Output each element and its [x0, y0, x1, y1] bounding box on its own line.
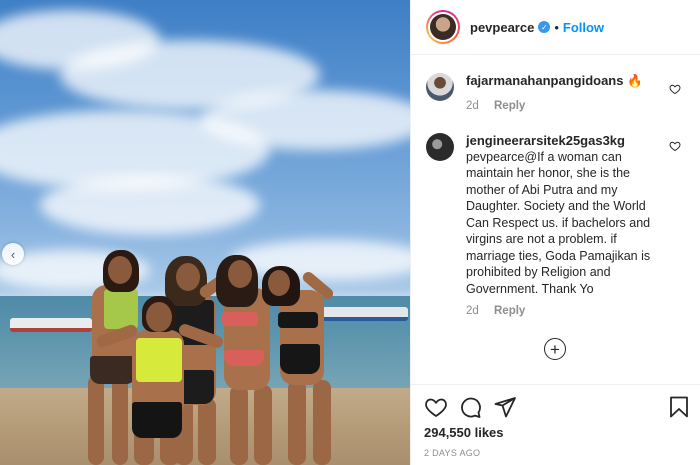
post-actions: 294,550 likes 2 DAYS AGO: [410, 384, 700, 465]
boat: [318, 307, 408, 321]
verified-badge-icon: ✓: [538, 21, 551, 33]
paper-plane-icon[interactable]: [493, 395, 517, 419]
carousel-prev-button[interactable]: ‹: [2, 243, 24, 265]
avatar-photo: [430, 14, 456, 40]
comment-text: 🔥: [626, 74, 643, 88]
reply-button[interactable]: Reply: [494, 100, 525, 112]
author-username[interactable]: pevpearce: [470, 20, 534, 35]
plus-circle-icon: +: [550, 339, 560, 359]
comment-meta: 2d Reply: [466, 100, 656, 112]
commenter-username[interactable]: jengineerarsitek25gas3kg: [466, 133, 656, 148]
reply-button[interactable]: Reply: [494, 305, 525, 317]
boat: [10, 318, 92, 332]
post-date: 2 DAYS AGO: [424, 448, 481, 458]
like-count[interactable]: 294,550 likes: [424, 425, 504, 440]
comment-list[interactable]: fajarmanahanpangidoans 🔥 2d Reply jengin…: [411, 56, 700, 384]
chevron-left-icon: ‹: [10, 246, 16, 262]
commenter-username[interactable]: fajarmanahanpangidoans: [466, 73, 623, 88]
comment-age: 2d: [466, 99, 479, 112]
comment-item: jengineerarsitek25gas3kg pevpearce@If a …: [411, 112, 700, 317]
like-comment-heart-icon[interactable]: [669, 140, 681, 152]
comment-text: pevpearce@If a woman can maintain her ho…: [466, 149, 651, 296]
load-more-comments-button[interactable]: +: [544, 338, 566, 360]
author-avatar[interactable]: [426, 10, 460, 44]
comment-icon[interactable]: [458, 395, 482, 419]
comment-meta: 2d Reply: [466, 305, 656, 317]
cloud: [40, 175, 260, 235]
follow-button[interactable]: Follow: [563, 20, 604, 35]
post-header: pevpearce ✓ • Follow: [411, 0, 700, 55]
commenter-avatar[interactable]: [426, 132, 454, 161]
separator-dot: •: [554, 19, 559, 35]
heart-icon[interactable]: [424, 395, 448, 419]
bookmark-icon[interactable]: [667, 395, 691, 419]
like-comment-heart-icon[interactable]: [669, 83, 681, 95]
post-photo[interactable]: ‹: [0, 0, 410, 465]
commenter-avatar[interactable]: [426, 73, 454, 101]
comment-item: fajarmanahanpangidoans 🔥 2d Reply: [411, 56, 700, 112]
comment-age: 2d: [466, 305, 479, 317]
